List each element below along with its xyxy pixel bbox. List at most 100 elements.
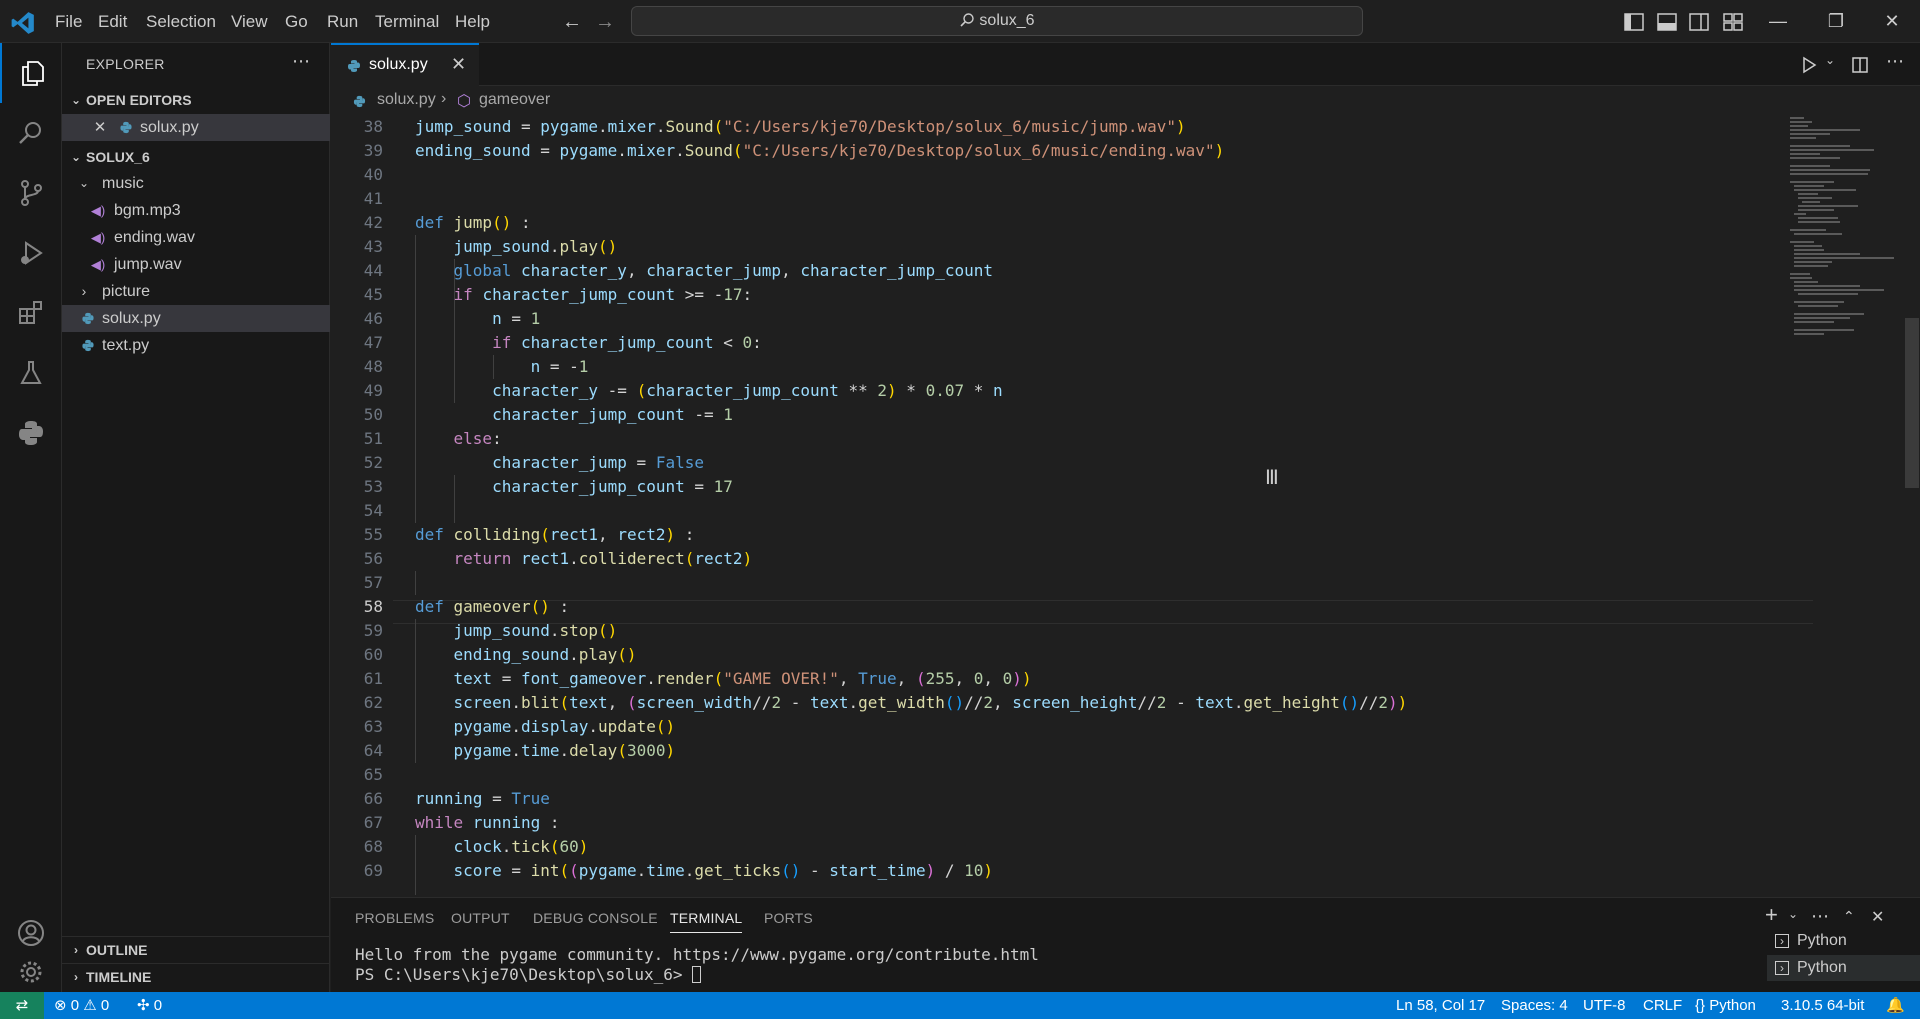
toggle-secondary-sidebar-icon[interactable] bbox=[1688, 11, 1710, 33]
tab-output[interactable]: OUTPUT bbox=[451, 910, 510, 926]
chevron-down-icon: ⌄ bbox=[78, 176, 90, 190]
menu-edit[interactable]: Edit bbox=[98, 0, 127, 43]
split-editor-icon[interactable] bbox=[1851, 56, 1869, 74]
code-token: get_ticks bbox=[694, 861, 782, 880]
code-token: ( bbox=[559, 861, 570, 880]
chevron-down-icon[interactable]: ⌄ bbox=[1788, 907, 1798, 921]
terminal-prompt-line[interactable]: PS C:\Users\kje70\Desktop\solux_6> bbox=[355, 965, 702, 984]
timeline-header[interactable]: › TIMELINE bbox=[62, 963, 330, 989]
close-window-icon[interactable]: ✕ bbox=[1864, 0, 1920, 43]
code-token: , bbox=[954, 669, 974, 688]
new-terminal-icon[interactable]: + bbox=[1765, 902, 1778, 928]
source-control-icon bbox=[21, 180, 42, 206]
menu-help[interactable]: Help bbox=[455, 0, 490, 43]
tab-problems[interactable]: PROBLEMS bbox=[355, 910, 434, 926]
menu-run[interactable]: Run bbox=[327, 0, 358, 43]
problems-indicator[interactable]: ⊗ 0 ⚠ 0 bbox=[54, 992, 109, 1019]
indentation[interactable]: Spaces: 4 bbox=[1501, 992, 1568, 1019]
chevron-right-icon: › bbox=[441, 90, 447, 107]
code-token: character_jump bbox=[492, 453, 627, 472]
accounts-activity[interactable] bbox=[0, 903, 62, 963]
code-token: 0.07 bbox=[925, 381, 965, 400]
tab-terminal[interactable]: TERMINAL bbox=[670, 910, 743, 933]
menu-selection[interactable]: Selection bbox=[146, 0, 216, 43]
tree-item-label: ending.wav bbox=[114, 229, 195, 246]
tab-debug-console[interactable]: DEBUG CONSOLE bbox=[533, 910, 658, 926]
remote-indicator[interactable]: ⇄ bbox=[0, 992, 44, 1019]
close-panel-icon[interactable]: ✕ bbox=[1871, 907, 1884, 927]
menu-go[interactable]: Go bbox=[285, 0, 308, 43]
code-token: ( bbox=[549, 837, 560, 856]
terminal-list-item[interactable]: › Python bbox=[1767, 928, 1920, 954]
vertical-scrollbar[interactable] bbox=[1905, 318, 1919, 488]
encoding[interactable]: UTF-8 bbox=[1583, 992, 1626, 1019]
code-line: global character_y, character_jump, char… bbox=[415, 259, 993, 283]
code-token: character_jump_count bbox=[800, 261, 993, 280]
minimize-icon[interactable]: — bbox=[1750, 0, 1806, 43]
terminal-name: Python bbox=[1797, 932, 1847, 949]
minimap[interactable] bbox=[1780, 115, 1900, 345]
open-editors-header[interactable]: ⌄ OPEN EDITORS bbox=[62, 87, 330, 113]
tree-item-picture[interactable]: › picture bbox=[62, 278, 330, 305]
search-activity[interactable] bbox=[0, 103, 62, 163]
menu-file[interactable]: File bbox=[55, 0, 82, 43]
menu-terminal[interactable]: Terminal bbox=[375, 0, 439, 43]
timeline-label: TIMELINE bbox=[86, 969, 152, 985]
code-token: 3000 bbox=[626, 741, 666, 760]
close-tab-icon[interactable]: ✕ bbox=[451, 54, 466, 75]
language-mode[interactable]: {} Python bbox=[1695, 992, 1756, 1019]
ports-indicator[interactable]: ✣ 0 bbox=[137, 992, 162, 1019]
more-actions-icon[interactable]: ⋯ bbox=[292, 51, 310, 72]
outline-header[interactable]: › OUTLINE bbox=[62, 936, 330, 962]
code-token: - bbox=[781, 693, 810, 712]
python-interpreter[interactable]: 3.10.5 64-bit bbox=[1781, 992, 1864, 1019]
tree-item-solux-py[interactable]: solux.py bbox=[62, 305, 330, 332]
forward-arrow-icon[interactable]: → bbox=[593, 10, 617, 34]
command-center[interactable]: solux_6 bbox=[631, 6, 1363, 36]
breadcrumb-symbol[interactable]: gameover bbox=[479, 91, 550, 109]
explorer-activity[interactable] bbox=[0, 43, 62, 103]
more-actions-icon[interactable]: ⋯ bbox=[1886, 51, 1904, 72]
code-token: . bbox=[588, 717, 599, 736]
terminal-list-item[interactable]: › Python bbox=[1767, 955, 1920, 981]
restore-icon[interactable]: ❐ bbox=[1808, 0, 1864, 43]
tree-item-ending[interactable]: ◀) ending.wav bbox=[62, 224, 330, 251]
tree-item-jump[interactable]: ◀) jump.wav bbox=[62, 251, 330, 278]
code-token: character_jump_count bbox=[520, 333, 714, 352]
extensions-activity[interactable] bbox=[0, 283, 62, 343]
manage-activity[interactable] bbox=[0, 958, 62, 992]
chevron-down-icon[interactable]: ⌄ bbox=[1825, 53, 1835, 67]
toggle-panel-icon[interactable] bbox=[1656, 11, 1678, 33]
cursor-position[interactable]: Ln 58, Col 17 bbox=[1396, 992, 1485, 1019]
code-editor[interactable]: 38 jump_sound = pygame.mixer.Sound("C:/Us… bbox=[331, 115, 1920, 895]
line-number: 43 bbox=[363, 237, 383, 256]
remote-icon: ⇄ bbox=[15, 997, 29, 1014]
run-debug-activity[interactable] bbox=[0, 223, 62, 283]
testing-activity[interactable] bbox=[0, 343, 62, 403]
open-editor-item[interactable]: ✕ solux.py bbox=[62, 114, 330, 141]
project-folder-header[interactable]: ⌄ SOLUX_6 bbox=[62, 144, 330, 170]
tree-item-text-py[interactable]: text.py bbox=[62, 332, 330, 359]
back-arrow-icon[interactable]: ← bbox=[560, 10, 584, 34]
tree-item-music[interactable]: ⌄ music bbox=[62, 170, 330, 197]
breadcrumb-file[interactable]: solux.py bbox=[377, 91, 436, 109]
code-line: n = -1 bbox=[415, 355, 589, 379]
end-of-line[interactable]: CRLF bbox=[1643, 992, 1682, 1019]
tree-item-bgm[interactable]: ◀) bgm.mp3 bbox=[62, 197, 330, 224]
tab-solux-py[interactable]: solux.py ✕ bbox=[331, 43, 479, 86]
source-control-activity[interactable] bbox=[0, 163, 62, 223]
code-token: time bbox=[520, 741, 560, 760]
tab-ports[interactable]: PORTS bbox=[764, 910, 813, 926]
customize-layout-icon[interactable] bbox=[1722, 11, 1744, 33]
maximize-panel-icon[interactable]: ⌃ bbox=[1843, 908, 1855, 925]
toggle-primary-sidebar-icon[interactable] bbox=[1623, 11, 1645, 33]
chevron-right-icon: › bbox=[74, 970, 78, 984]
close-icon[interactable]: ✕ bbox=[92, 114, 108, 141]
menu-view[interactable]: View bbox=[231, 0, 268, 43]
more-actions-icon[interactable]: ⋯ bbox=[1811, 906, 1829, 927]
run-python-file-icon[interactable] bbox=[1800, 56, 1818, 74]
notifications-bell-icon[interactable]: 🔔 bbox=[1886, 992, 1905, 1019]
python-activity[interactable] bbox=[0, 403, 62, 463]
code-line: def colliding(rect1, rect2) : bbox=[415, 523, 694, 547]
